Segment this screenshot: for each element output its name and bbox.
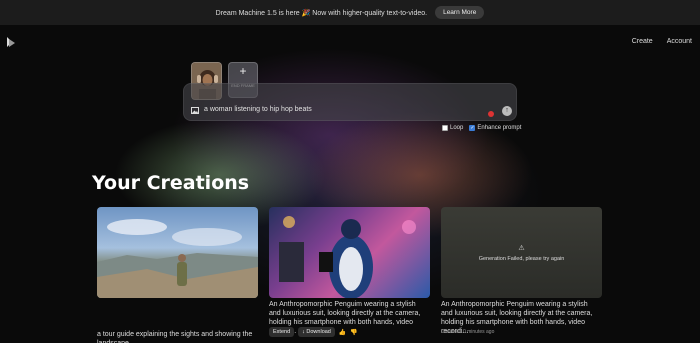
- prompt-box[interactable]: a woman listening to hip hop beats ↑: [183, 83, 517, 121]
- prompt-options: Loop ✓ Enhance prompt: [442, 125, 521, 131]
- learn-more-button[interactable]: Learn More: [435, 6, 485, 19]
- loop-checkbox[interactable]: [442, 125, 448, 131]
- creation-2-actions: Extend ↓ Download 👍 👎: [269, 327, 358, 337]
- loop-option[interactable]: Loop: [442, 125, 463, 131]
- creation-thumbnail-3-failed[interactable]: ⚠ Generation Failed, please try again: [441, 207, 602, 298]
- created-time: Created 10 minutes ago: [441, 329, 495, 335]
- send-arrow-icon[interactable]: ↑: [502, 106, 512, 116]
- loop-label: Loop: [450, 125, 464, 131]
- image-upload-icon[interactable]: [191, 107, 199, 114]
- plus-icon: +: [239, 64, 247, 78]
- creation-thumbnail-1[interactable]: [97, 207, 258, 298]
- enhance-option[interactable]: ✓ Enhance prompt: [469, 125, 521, 131]
- top-nav: Create Account: [0, 36, 700, 50]
- nav-account-link[interactable]: Account: [667, 38, 692, 45]
- download-button[interactable]: ↓ Download: [298, 327, 335, 337]
- thumbs-down-icon[interactable]: 👎: [350, 329, 357, 336]
- announcement-banner: Dream Machine 1.5 is here 🎉 Now with hig…: [0, 0, 700, 25]
- creation-thumbnail-2[interactable]: [269, 207, 430, 298]
- creation-description-1: a tour guide explaining the sights and s…: [97, 331, 253, 343]
- nav-create-link[interactable]: Create: [632, 38, 653, 45]
- enhance-checkbox[interactable]: ✓: [469, 125, 476, 131]
- extend-button[interactable]: Extend: [269, 327, 295, 337]
- failure-message: Generation Failed, please try again: [478, 255, 565, 262]
- page-title: Your Creations: [92, 172, 250, 194]
- download-label: Download: [306, 329, 331, 335]
- banner-text: Dream Machine 1.5 is here 🎉 Now with hig…: [215, 9, 428, 17]
- landscape-scene: [97, 219, 258, 298]
- enhance-label: Enhance prompt: [477, 125, 522, 131]
- logo-icon[interactable]: [6, 36, 16, 48]
- prompt-input[interactable]: a woman listening to hip hop beats: [204, 106, 312, 113]
- penguin-scene: [279, 216, 416, 298]
- warning-icon: ⚠: [518, 244, 525, 252]
- thumbs-up-icon[interactable]: 👍: [339, 329, 346, 336]
- record-indicator-icon: [488, 111, 494, 117]
